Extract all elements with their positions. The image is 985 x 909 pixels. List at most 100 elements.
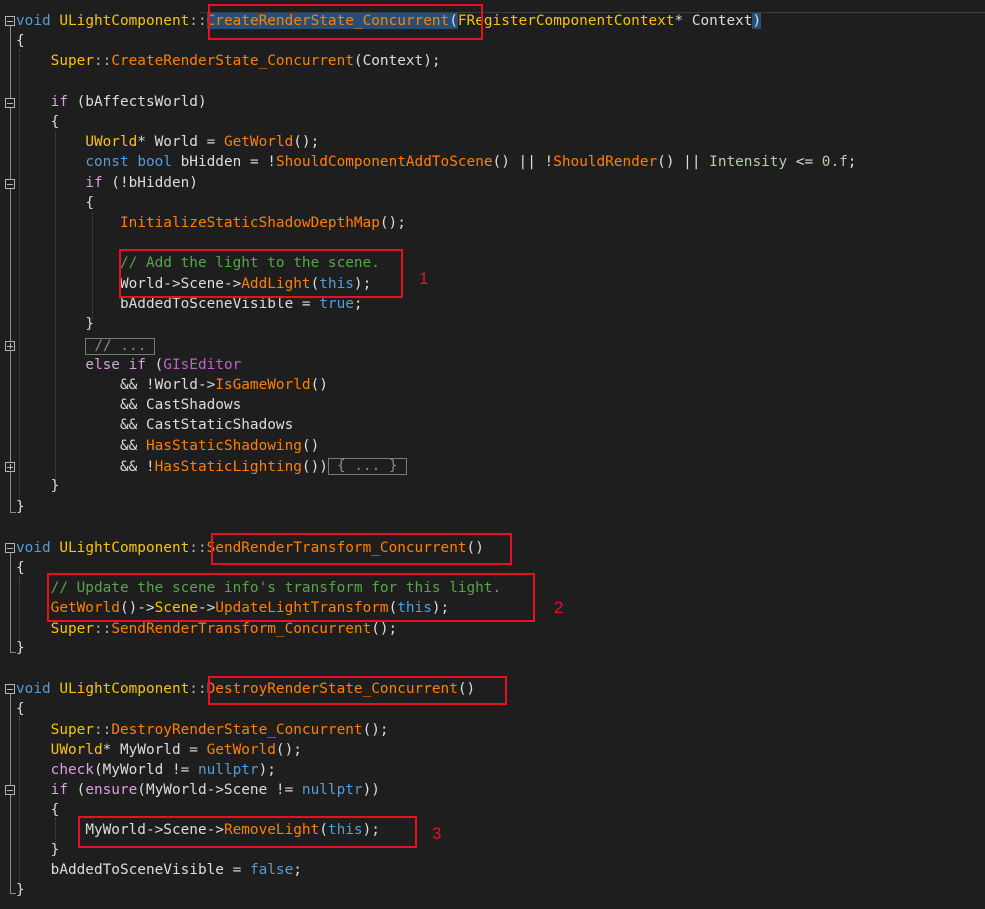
token-decl: * World = <box>137 134 224 150</box>
token-brace: { <box>50 114 60 130</box>
code-line-3[interactable]: Super::CreateRenderState_Concurrent(Cont… <box>16 51 441 71</box>
token-semicolon: ; <box>847 154 857 170</box>
token-keyword: void <box>16 540 51 556</box>
collapsed-comment[interactable]: // ... <box>85 338 156 355</box>
annotation-marker-1: 1 <box>419 269 429 288</box>
token-scope: :: <box>189 540 207 556</box>
fold-toggle-expand[interactable] <box>5 462 15 472</box>
token-args: (Context); <box>353 53 441 69</box>
annotation-marker-3: 3 <box>432 824 442 843</box>
token-brace: { <box>50 802 60 818</box>
token-keyword: true <box>319 296 354 312</box>
token-op: && ! <box>119 459 155 475</box>
code-line-35[interactable]: { <box>16 699 25 719</box>
token-args: (MyWorld->Scene != <box>137 782 302 798</box>
code-line-21[interactable]: && CastStaticShadows <box>16 415 293 435</box>
highlight-box-send-render-transform <box>211 533 512 565</box>
fold-toggle-collapse[interactable] <box>5 785 15 795</box>
code-line-31[interactable]: Super::SendRenderTransform_Concurrent(); <box>16 619 398 639</box>
token-scope: :: <box>189 13 207 29</box>
code-line-20[interactable]: && CastShadows <box>16 395 241 415</box>
code-line-19[interactable]: && !World->IsGameWorld() <box>16 375 328 395</box>
token-keyword: nullptr <box>301 782 363 798</box>
fold-toggle-collapse[interactable] <box>5 98 15 108</box>
code-line-42[interactable]: } <box>16 840 60 860</box>
token-class: ULightComponent <box>59 681 190 697</box>
token-paren: ( <box>67 782 86 798</box>
token-cond: && CastShadows <box>119 397 242 413</box>
token-args: (); <box>293 134 320 150</box>
code-line-7[interactable]: UWorld* World = GetWorld(); <box>16 132 319 152</box>
fold-toggle-collapse[interactable] <box>5 16 15 26</box>
code-line-28[interactable]: { <box>16 558 25 578</box>
fold-toggle-collapse[interactable] <box>5 684 15 694</box>
token-keyword: if <box>50 94 68 110</box>
token-function: ShouldRender <box>553 154 658 170</box>
token-brace: } <box>85 316 94 332</box>
token-cond: (bAffectsWorld) <box>67 94 207 110</box>
annotation-marker-2: 2 <box>554 598 564 617</box>
token-paren: ) <box>752 13 762 29</box>
code-line-25[interactable]: } <box>16 497 25 517</box>
code-line-24[interactable]: } <box>16 476 60 496</box>
code-line-23[interactable]: && !HasStaticLighting()){ ... } <box>16 457 407 477</box>
token-op: <= <box>787 154 822 170</box>
code-line-11[interactable]: InitializeStaticShadowDepthMap(); <box>16 213 406 233</box>
code-line-2[interactable]: { <box>16 31 25 51</box>
token-brace: } <box>16 882 25 898</box>
code-line-44[interactable]: } <box>16 880 25 900</box>
token-op: && <box>119 438 146 454</box>
token-member: Intensity <box>709 154 788 170</box>
token-semicolon: ; <box>353 296 363 312</box>
code-line-22[interactable]: && HasStaticShadowing() <box>16 436 319 456</box>
token-brace: } <box>50 842 60 858</box>
token-args: (); <box>371 621 398 637</box>
token-paren: ( <box>145 357 164 373</box>
token-brace: { <box>85 195 94 211</box>
token-keyword: if <box>85 175 103 191</box>
token-scope: :: <box>93 53 112 69</box>
code-line-32[interactable]: } <box>16 638 25 658</box>
highlight-box-destroy-render-state <box>208 676 507 705</box>
code-line-40[interactable]: { <box>16 800 60 820</box>
fold-toggle-collapse[interactable] <box>5 543 15 553</box>
fold-region-line <box>10 552 11 652</box>
token-function: InitializeStaticShadowDepthMap <box>119 215 380 231</box>
code-line-9[interactable]: if (!bHidden) <box>16 173 198 193</box>
code-line-16[interactable]: } <box>16 314 94 334</box>
token-assign: bAddedToSceneVisible = <box>50 862 250 878</box>
code-line-6[interactable]: { <box>16 112 60 132</box>
token-class: Super <box>50 621 94 637</box>
token-paren: ()) <box>301 459 328 475</box>
code-line-18[interactable]: else if (GIsEditor <box>16 355 241 375</box>
highlight-box-add-light <box>119 249 403 298</box>
code-line-10[interactable]: { <box>16 193 94 213</box>
code-line-39[interactable]: if (ensure(MyWorld->Scene != nullptr)) <box>16 780 380 800</box>
code-line-5[interactable]: if (bAffectsWorld) <box>16 92 207 112</box>
fold-toggle-collapse[interactable] <box>5 179 15 189</box>
code-line-37[interactable]: UWorld* MyWorld = GetWorld(); <box>16 740 302 760</box>
token-assign: bAddedToSceneVisible = <box>119 296 320 312</box>
highlight-box-update-light-transform <box>47 573 535 622</box>
highlight-box-remove-light <box>78 816 417 848</box>
token-paren: ); <box>258 762 276 778</box>
code-line-43[interactable]: bAddedToSceneVisible = false; <box>16 860 302 880</box>
token-function: SendRenderTransform_Concurrent <box>111 621 372 637</box>
token-function: IsGameWorld <box>215 377 311 393</box>
token-keyword: nullptr <box>197 762 259 778</box>
code-line-36[interactable]: Super::DestroyRenderState_Concurrent(); <box>16 720 389 740</box>
token-decl: * MyWorld = <box>102 742 207 758</box>
code-line-8[interactable]: const bool bHidden = !ShouldComponentAdd… <box>16 152 856 172</box>
token-class: Super <box>50 722 94 738</box>
code-line-38[interactable]: check(MyWorld != nullptr); <box>16 760 276 780</box>
token-keyword: const <box>85 154 129 170</box>
collapsed-block[interactable]: { ... } <box>327 458 407 475</box>
token-args: (); <box>379 215 406 231</box>
fold-toggle-expand[interactable] <box>5 341 15 351</box>
token-brace: { <box>16 33 25 49</box>
code-line-17[interactable]: // ... <box>16 337 156 357</box>
token-args: (MyWorld != <box>93 762 198 778</box>
token-class: Super <box>50 53 94 69</box>
token-semicolon: ; <box>293 862 302 878</box>
